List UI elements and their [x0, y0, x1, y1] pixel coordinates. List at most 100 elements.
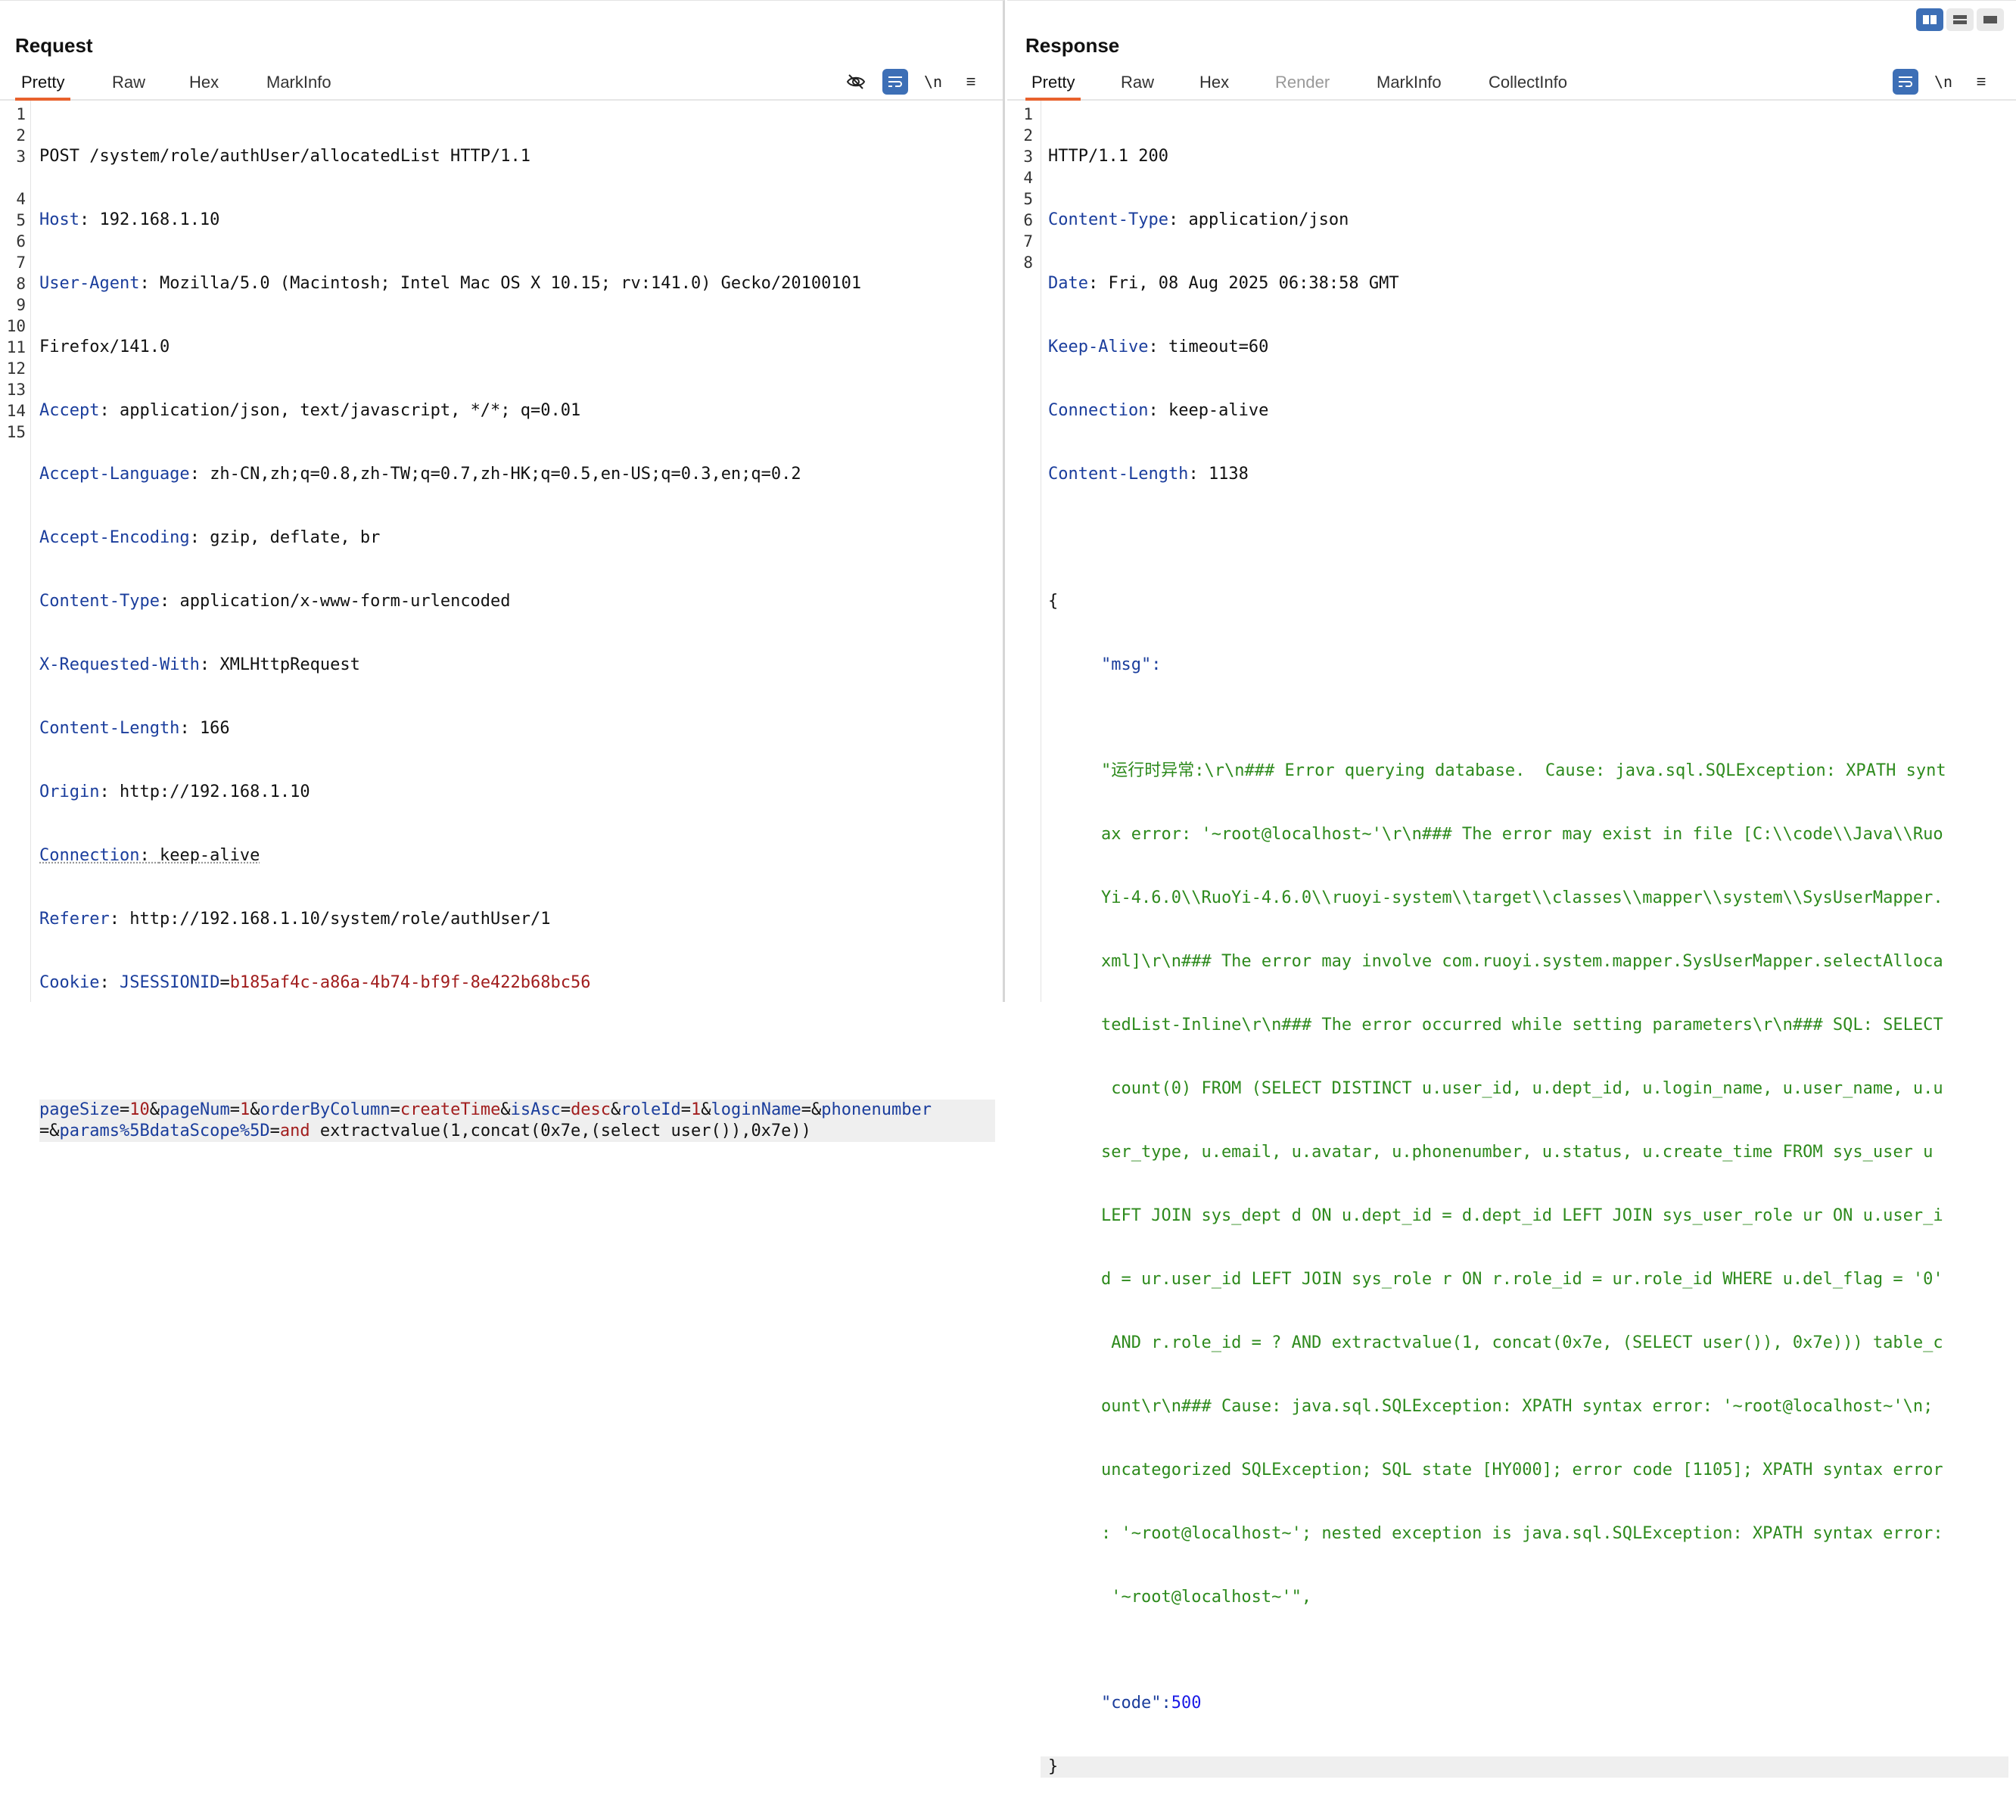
line-number: 5: [16, 211, 26, 229]
header-name: Accept: [39, 401, 100, 420]
header-line: Connection: keep-alive: [1048, 401, 1269, 420]
header-value: Fri, 08 Aug 2025 06:38:58 GMT: [1108, 274, 1399, 293]
newline-toggle-button[interactable]: \n: [1930, 69, 1956, 95]
request-line: POST /system/role/authUser/allocatedList…: [39, 147, 531, 166]
header-line: Content-Length: 166: [39, 719, 230, 738]
header-value: application/x-www-form-urlencoded: [179, 592, 511, 611]
response-tab-render[interactable]: Render: [1269, 66, 1336, 99]
response-code: HTTP/1.1 200 Content-Type: application/j…: [1041, 104, 2008, 1820]
header-name: Keep-Alive: [1048, 338, 1149, 356]
response-tabs: Pretty Raw Hex Render MarkInfo CollectIn…: [1007, 66, 2016, 101]
header-line: Content-Type: application/json: [1048, 210, 1349, 229]
header-line: Accept-Language: zh-CN,zh;q=0.8,zh-TW;q=…: [39, 465, 801, 484]
line-number: 3: [1023, 148, 1033, 166]
line-number: 6: [1023, 211, 1033, 229]
response-tab-markinfo[interactable]: MarkInfo: [1370, 66, 1448, 99]
request-tab-markinfo[interactable]: MarkInfo: [260, 66, 338, 99]
line-number: 10: [6, 317, 26, 335]
request-title: Request: [15, 34, 93, 57]
menu-icon[interactable]: ≡: [958, 69, 984, 95]
header-line: Host: 192.168.1.10: [39, 210, 220, 229]
header-name: Referer: [39, 910, 110, 929]
header-value: keep-alive: [159, 846, 260, 865]
header-value: 166: [199, 719, 230, 738]
header-line: Connection: keep-alive: [39, 846, 260, 865]
json-msg-value: "运行时异常:\r\n### Error querying database. …: [1101, 761, 1946, 1607]
cookie-name: JSESSIONID: [119, 973, 220, 992]
menu-icon[interactable]: ≡: [1968, 69, 1994, 95]
line-number: 7: [16, 254, 26, 272]
request-gutter: 1 2 3 4 5 6 7 8 9 10 11 12 13 14 15: [0, 101, 31, 1002]
json-key-msg: "msg":: [1101, 655, 1162, 674]
body-line: pageSize=10&pageNum=1&orderByColumn=crea…: [39, 1100, 995, 1142]
header-line: Accept-Encoding: gzip, deflate, br: [39, 528, 381, 547]
line-number: 13: [6, 381, 26, 399]
json-close-brace: }: [1041, 1756, 2008, 1778]
response-tab-pretty[interactable]: Pretty: [1025, 66, 1081, 101]
header-line: Content-Length: 1138: [1048, 465, 1249, 484]
header-name: Content-Length: [39, 719, 180, 738]
header-line: Origin: http://192.168.1.10: [39, 782, 310, 801]
line-number: 14: [6, 402, 26, 420]
header-name: Content-Type: [1048, 210, 1168, 229]
header-line: Date: Fri, 08 Aug 2025 06:38:58 GMT: [1048, 274, 1399, 293]
header-line: Keep-Alive: timeout=60: [1048, 338, 1269, 356]
request-tab-pretty[interactable]: Pretty: [15, 66, 71, 101]
header-line: X-Requested-With: XMLHttpRequest: [39, 655, 360, 674]
request-pane: Request Pretty Raw Hex MarkInfo \n ≡ 1 2…: [0, 0, 1005, 1142]
hide-eye-icon[interactable]: [843, 69, 869, 95]
header-line-cont: Firefox/141.0: [39, 338, 170, 356]
header-name: Cookie: [39, 973, 100, 992]
split-horizontal-icon[interactable]: [1916, 8, 1943, 31]
line-number: 4: [1023, 169, 1033, 187]
newline-toggle-button[interactable]: \n: [920, 69, 946, 95]
request-tab-hex[interactable]: Hex: [183, 66, 225, 99]
line-number: 9: [16, 296, 26, 314]
header-value: application/json, text/javascript, */*; …: [119, 401, 581, 420]
request-tab-raw[interactable]: Raw: [106, 66, 151, 99]
header-name: Connection: [39, 846, 140, 865]
header-line: Content-Type: application/x-www-form-url…: [39, 592, 511, 611]
header-name: X-Requested-With: [39, 655, 200, 674]
cookie-value: b185af4c-a86a-4b74-bf9f-8e422b68bc56: [229, 973, 591, 992]
split-vertical-icon[interactable]: [1946, 8, 1974, 31]
line-number: 15: [6, 423, 26, 441]
request-tabs: Pretty Raw Hex MarkInfo \n ≡: [0, 66, 1003, 101]
line-number: 8: [16, 275, 26, 293]
header-name: Host: [39, 210, 79, 229]
response-pane: Response Pretty Raw Hex Render MarkInfo …: [1007, 0, 2016, 1778]
line-number: 6: [16, 232, 26, 250]
line-number: 2: [1023, 126, 1033, 145]
header-name: Content-Type: [39, 592, 160, 611]
line-number: 1: [1023, 105, 1033, 123]
header-name: Accept-Encoding: [39, 528, 190, 547]
header-line: Accept: application/json, text/javascrip…: [39, 401, 581, 420]
word-wrap-icon[interactable]: [1893, 69, 1918, 95]
header-value: http://192.168.1.10/system/role/authUser…: [129, 910, 551, 929]
single-pane-icon[interactable]: [1977, 8, 2004, 31]
header-line: User-Agent: Mozilla/5.0 (Macintosh; Inte…: [39, 274, 862, 293]
header-name: Content-Length: [1048, 465, 1189, 484]
header-value: Mozilla/5.0 (Macintosh; Intel Mac OS X 1…: [159, 274, 862, 293]
response-tab-raw[interactable]: Raw: [1115, 66, 1160, 99]
response-tab-collectinfo[interactable]: CollectInfo: [1482, 66, 1573, 99]
header-value: keep-alive: [1168, 401, 1269, 420]
request-editor[interactable]: 1 2 3 4 5 6 7 8 9 10 11 12 13 14 15 POST…: [0, 101, 1003, 1142]
response-editor[interactable]: 1 2 3 4 5 6 7 8 HTTP/1.1 200 Content-Typ…: [1007, 101, 2016, 1778]
request-code: POST /system/role/authUser/allocatedList…: [39, 104, 995, 1184]
response-gutter: 1 2 3 4 5 6 7 8: [1007, 101, 1041, 1002]
line-number: 8: [1023, 254, 1033, 272]
status-line: HTTP/1.1 200: [1048, 147, 1168, 166]
line-number: 3: [16, 148, 26, 166]
word-wrap-icon[interactable]: [882, 69, 908, 95]
line-number: 7: [1023, 232, 1033, 250]
response-tab-hex[interactable]: Hex: [1193, 66, 1235, 99]
line-number: 11: [6, 338, 26, 356]
response-title: Response: [1025, 34, 1120, 57]
header-value: application/json: [1188, 210, 1349, 229]
line-number: 2: [16, 126, 26, 145]
header-name: Date: [1048, 274, 1088, 293]
json-key-code: "code":500: [1101, 1694, 1202, 1713]
